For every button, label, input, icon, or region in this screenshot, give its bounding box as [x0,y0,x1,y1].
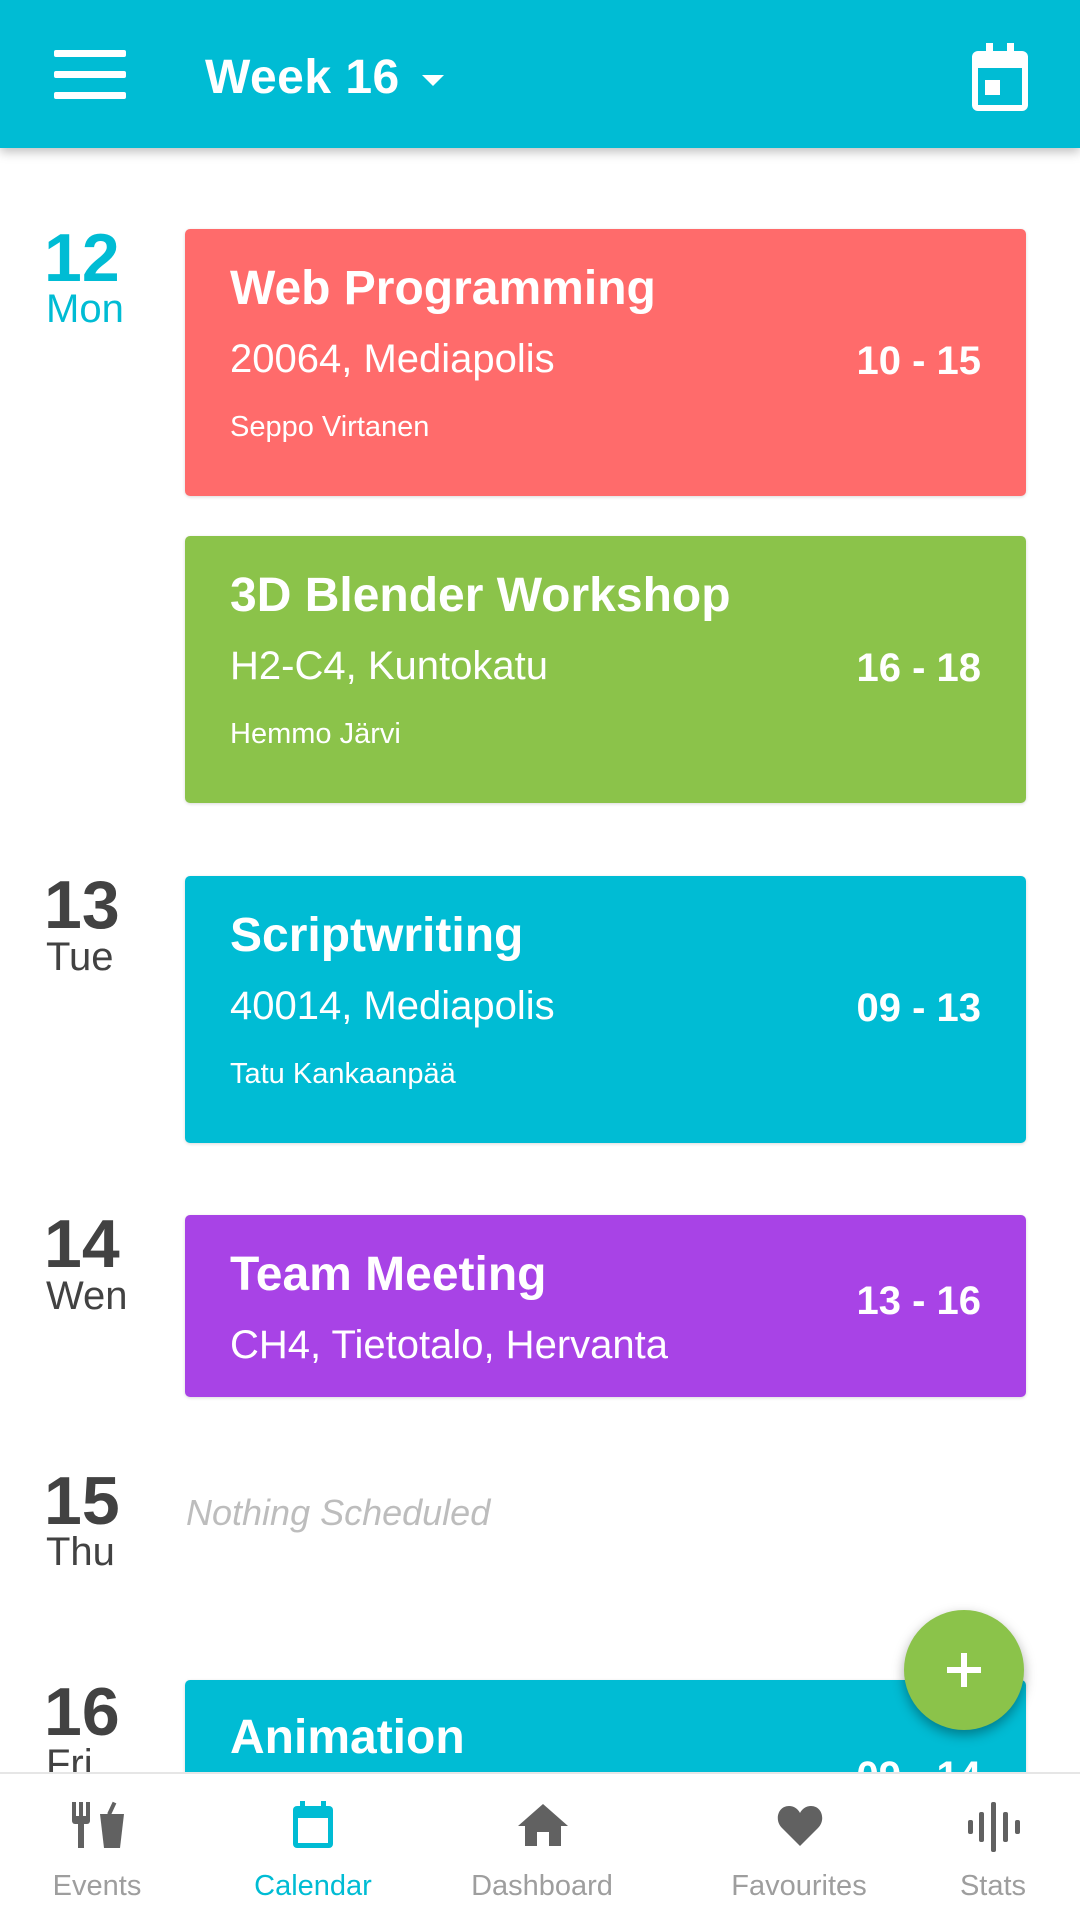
event-card[interactable]: Scriptwriting 40014, Mediapolis Tatu Kan… [185,876,1026,1143]
nav-label: Stats [959,1870,1027,1902]
event-card[interactable]: Animation 09 - 14 [185,1680,1026,1772]
event-location: H2-C4, Kuntokatu [230,644,548,688]
nav-label: Dashboard [471,1870,613,1902]
day-number: 16 [44,1674,120,1750]
nav-label: Events [52,1870,142,1902]
nav-label: Favourites [731,1870,867,1902]
day-number: 15 [44,1463,120,1539]
nav-item-dashboard[interactable]: Dashboard [430,1774,654,1920]
event-time: 13 - 16 [856,1279,981,1323]
event-card[interactable]: 3D Blender Workshop H2-C4, Kuntokatu Hem… [185,536,1026,803]
event-location: CH4, Tietotalo, Hervanta [230,1323,668,1367]
nav-item-stats[interactable]: Stats [944,1774,1080,1920]
calendar-today-icon[interactable] [966,40,1034,116]
nav-item-events[interactable]: Events [0,1774,194,1920]
arrow-drop-down-icon [421,74,444,86]
nav-item-calendar[interactable]: Calendar [194,1774,430,1920]
event-time: 10 - 15 [856,339,981,383]
event-title: 3D Blender Workshop [230,569,731,622]
event-card[interactable]: Web Programming 20064, Mediapolis Seppo … [185,229,1026,496]
day-name: Tue [46,935,114,979]
event-title: Scriptwriting [230,909,524,962]
week-selector[interactable]: Week 16 [205,42,444,112]
week-title: Week 16 [205,50,400,104]
event-time: 09 - 14 [856,1756,981,1772]
bottom-navigation: Events Calendar Dashboard Favourites Sta… [0,1772,1080,1920]
nav-label: Calendar [254,1870,372,1902]
event-title: Web Programming [230,262,656,315]
equalizer-icon [968,1802,1020,1852]
day-name: Mon [46,287,124,331]
day-name: Fri [46,1742,93,1772]
event-card[interactable]: Team Meeting CH4, Tietotalo, Hervanta 13… [185,1215,1026,1397]
add-event-button[interactable] [904,1610,1024,1730]
event-location: 20064, Mediapolis [230,337,555,381]
event-time: 09 - 13 [856,986,981,1030]
day-number: 14 [44,1206,120,1282]
event-location: 40014, Mediapolis [230,984,555,1028]
restaurant-icon [72,1801,124,1848]
event-person: Tatu Kankaanpää [230,1058,456,1090]
event-person: Hemmo Järvi [230,718,401,750]
schedule-list[interactable]: 12 Mon Web Programming 20064, Mediapolis… [0,148,1080,1772]
menu-icon[interactable] [40,40,130,110]
day-name: Thu [46,1530,115,1574]
day-number: 13 [44,867,120,943]
nothing-scheduled-text: Nothing Scheduled [186,1492,491,1533]
event-title: Animation [230,1711,465,1764]
event-time: 16 - 18 [856,646,981,690]
calendar-today-icon [293,1801,333,1848]
home-icon [518,1804,568,1846]
app: Week 16 12 Mon Web Programming 20064, Me… [0,0,1080,1920]
plus-icon [947,1653,981,1687]
nav-item-favourites[interactable]: Favourites [654,1774,944,1920]
heart-icon [777,1806,823,1846]
day-name: Wen [46,1274,128,1318]
day-number: 12 [44,220,120,296]
event-person: Seppo Virtanen [230,411,430,443]
event-title: Team Meeting [230,1248,547,1301]
top-app-bar: Week 16 [0,0,1080,148]
